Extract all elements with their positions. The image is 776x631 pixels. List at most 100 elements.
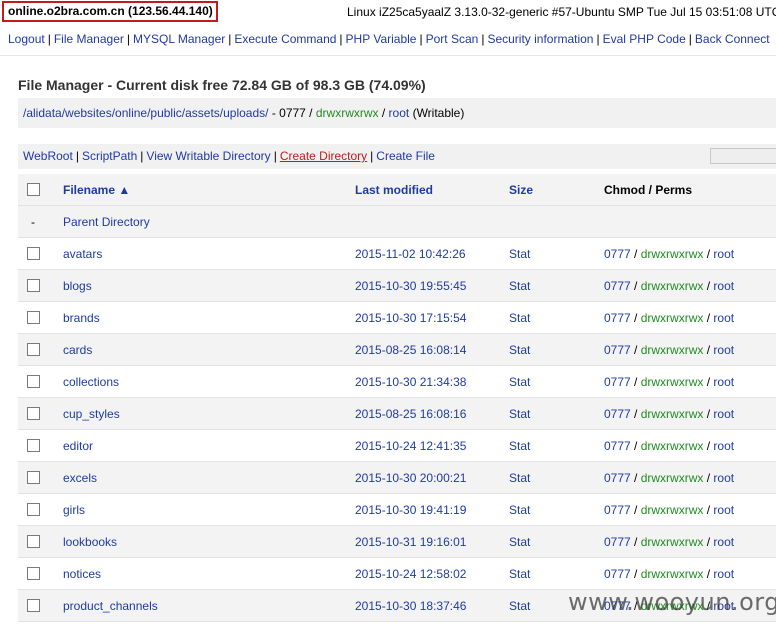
folder-link[interactable]: girls <box>63 503 85 517</box>
folder-link[interactable]: lookbooks <box>63 535 117 549</box>
current-path-link[interactable]: /alidata/websites/online/public/assets/u… <box>23 106 268 120</box>
path-perms[interactable]: drwxrwxrwx <box>316 106 379 120</box>
folder-link[interactable]: brands <box>63 311 100 325</box>
stat-link[interactable]: Stat <box>509 279 530 293</box>
row-checkbox[interactable] <box>27 471 40 485</box>
perm-string: drwxrwxrwx <box>640 343 704 357</box>
stat-link[interactable]: Stat <box>509 311 530 325</box>
row-checkbox[interactable] <box>27 343 40 357</box>
stat-link[interactable]: Stat <box>509 535 530 549</box>
stat-link[interactable]: Stat <box>509 567 530 581</box>
owner-link[interactable]: root <box>713 471 734 485</box>
header-last-modified[interactable]: Last modified <box>355 174 433 206</box>
owner-link[interactable]: root <box>713 247 734 261</box>
parent-marker: - <box>31 215 35 229</box>
folder-link[interactable]: avatars <box>63 247 102 261</box>
system-info: Linux iZ25ca5yaalZ 3.13.0-32-generic #57… <box>347 5 776 19</box>
table-row: girls 2015-10-30 19:41:19 Stat 0777 / drwxr… <box>18 494 776 526</box>
parent-directory-row: - Parent Directory <box>18 206 776 238</box>
row-checkbox[interactable] <box>27 503 40 517</box>
folder-link[interactable]: cards <box>63 343 92 357</box>
header-filename[interactable]: Filename ▲ <box>63 174 130 206</box>
row-checkbox[interactable] <box>27 279 40 293</box>
nav-back-connect[interactable]: Back Connect <box>695 32 770 46</box>
perm-string: drwxrwxrwx <box>640 535 704 549</box>
folder-link[interactable]: excels <box>63 471 97 485</box>
row-checkbox[interactable] <box>27 439 40 453</box>
nav-php-variable[interactable]: PHP Variable <box>346 32 417 46</box>
webroot-link[interactable]: WebRoot <box>23 149 73 163</box>
perm-string: drwxrwxrwx <box>640 279 704 293</box>
owner-link[interactable]: root <box>713 407 734 421</box>
row-checkbox[interactable] <box>27 567 40 581</box>
stat-link[interactable]: Stat <box>509 471 530 485</box>
select-all-checkbox[interactable] <box>27 183 40 197</box>
chmod-link[interactable]: 0777 <box>604 247 631 261</box>
chmod-link[interactable]: 0777 <box>604 471 631 485</box>
owner-link[interactable]: root <box>713 279 734 293</box>
folder-link[interactable]: collections <box>63 375 119 389</box>
chmod-link[interactable]: 0777 <box>604 311 631 325</box>
owner-link[interactable]: root <box>713 567 734 581</box>
stat-link[interactable]: Stat <box>509 375 530 389</box>
table-body: avatars 2015-11-02 10:42:26 Stat 0777 / drw… <box>18 238 776 622</box>
owner-link[interactable]: root <box>713 311 734 325</box>
name-input[interactable] <box>710 148 776 164</box>
folder-link[interactable]: notices <box>63 567 101 581</box>
view-writable-directory-link[interactable]: View Writable Directory <box>146 149 270 163</box>
stat-link[interactable]: Stat <box>509 247 530 261</box>
nav-logout[interactable]: Logout <box>8 32 45 46</box>
folder-link[interactable]: cup_styles <box>63 407 120 421</box>
stat-link[interactable]: Stat <box>509 599 530 613</box>
chmod-link[interactable]: 0777 <box>604 535 631 549</box>
nav-mysql-manager[interactable]: MYSQL Manager <box>133 32 225 46</box>
stat-link[interactable]: Stat <box>509 503 530 517</box>
owner-link[interactable]: root <box>713 439 734 453</box>
chmod-link[interactable]: 0777 <box>604 375 631 389</box>
row-checkbox[interactable] <box>27 247 40 261</box>
table-row: blogs 2015-10-30 19:55:45 Stat 0777 / drwxr… <box>18 270 776 302</box>
perm-string: drwxrwxrwx <box>640 407 704 421</box>
row-checkbox[interactable] <box>27 599 40 613</box>
row-checkbox[interactable] <box>27 311 40 325</box>
owner-link[interactable]: root <box>713 343 734 357</box>
header-size[interactable]: Size <box>509 174 533 206</box>
table-row: collections 2015-10-30 21:34:38 Stat 0777 /… <box>18 366 776 398</box>
chmod-link[interactable]: 0777 <box>604 439 631 453</box>
parent-directory-link[interactable]: Parent Directory <box>63 215 150 229</box>
scriptpath-link[interactable]: ScriptPath <box>82 149 137 163</box>
chmod-link[interactable]: 0777 <box>604 503 631 517</box>
nav-execute-command[interactable]: Execute Command <box>234 32 336 46</box>
owner-link[interactable]: root <box>713 375 734 389</box>
owner-link[interactable]: root <box>713 535 734 549</box>
modified-date: 2015-11-02 10:42:26 <box>355 247 466 261</box>
path-sep: / <box>378 106 389 120</box>
folder-link[interactable]: editor <box>63 439 93 453</box>
nav-eval-php-code[interactable]: Eval PHP Code <box>603 32 686 46</box>
modified-date: 2015-10-30 19:55:45 <box>355 279 467 293</box>
row-checkbox[interactable] <box>27 407 40 421</box>
chmod-link[interactable]: 0777 <box>604 343 631 357</box>
stat-link[interactable]: Stat <box>509 439 530 453</box>
nav-file-manager[interactable]: File Manager <box>54 32 124 46</box>
path-owner[interactable]: root <box>389 106 410 120</box>
row-checkbox[interactable] <box>27 535 40 549</box>
perm-string: drwxrwxrwx <box>640 471 704 485</box>
perm-string: drwxrwxrwx <box>640 567 704 581</box>
owner-link[interactable]: root <box>713 503 734 517</box>
modified-date: 2015-10-30 18:37:46 <box>355 599 467 613</box>
chmod-link[interactable]: 0777 <box>604 407 631 421</box>
nav-port-scan[interactable]: Port Scan <box>426 32 479 46</box>
create-file-link[interactable]: Create File <box>376 149 435 163</box>
header-chmod: Chmod / Perms <box>604 183 693 197</box>
nav-security-information[interactable]: Security information <box>487 32 593 46</box>
chmod-link[interactable]: 0777 <box>604 567 631 581</box>
row-checkbox[interactable] <box>27 375 40 389</box>
stat-link[interactable]: Stat <box>509 407 530 421</box>
folder-link[interactable]: blogs <box>63 279 92 293</box>
perm-string: drwxrwxrwx <box>640 247 704 261</box>
folder-link[interactable]: product_channels <box>63 599 158 613</box>
create-directory-link[interactable]: Create Directory <box>280 149 367 163</box>
chmod-link[interactable]: 0777 <box>604 279 631 293</box>
stat-link[interactable]: Stat <box>509 343 530 357</box>
